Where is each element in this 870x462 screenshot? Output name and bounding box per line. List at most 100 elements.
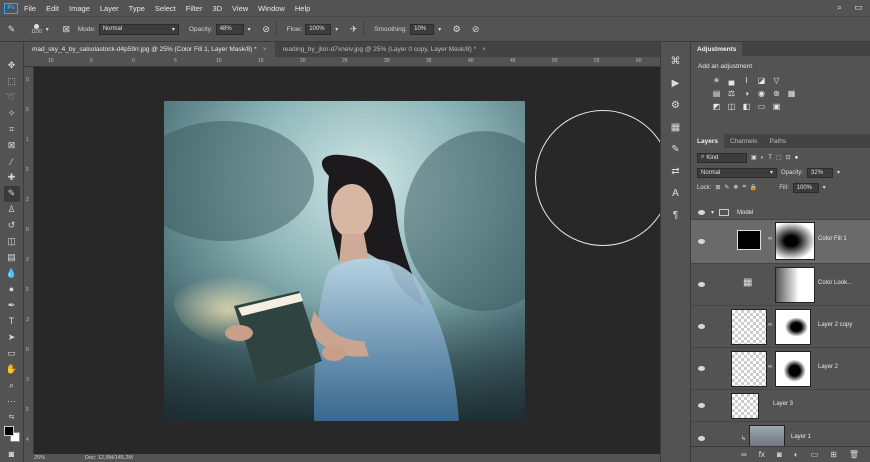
smart-object-filter-icon[interactable]: ⊡: [786, 154, 791, 161]
tab-document-1[interactable]: mad_sky_4_by_salsolastock-d4p59rr.jpg @ …: [24, 42, 275, 57]
eyedropper-tool-icon[interactable]: ⁄: [4, 154, 20, 170]
layer-group-row[interactable]: ▾ Model: [691, 206, 870, 220]
quick-mask-icon[interactable]: ◙: [4, 446, 20, 462]
link-icon[interactable]: ∞: [768, 364, 772, 370]
menu-file[interactable]: File: [24, 4, 36, 13]
gradient-map-icon[interactable]: ▭: [756, 102, 767, 111]
blend-mode-select[interactable]: Normal ▾: [697, 167, 777, 178]
workspace-icon[interactable]: ▭: [853, 2, 864, 13]
link-layers-icon[interactable]: ∞: [741, 450, 747, 459]
quick-selection-tool-icon[interactable]: ✧: [4, 106, 20, 122]
marquee-tool-icon[interactable]: ⬚: [4, 74, 20, 90]
horizontal-ruler[interactable]: 10 5 0 5 10 15 20 25 30 35 40 45 50 55 6…: [24, 57, 660, 67]
link-icon[interactable]: ∞: [768, 236, 772, 242]
levels-icon[interactable]: ▄: [726, 76, 737, 85]
smoothing-field[interactable]: 10%: [410, 23, 435, 35]
airbrush-icon[interactable]: ✈: [348, 24, 359, 35]
tab-adjustments[interactable]: Adjustments: [691, 42, 743, 56]
type-tool-icon[interactable]: T: [4, 313, 20, 329]
chevron-down-icon[interactable]: ▾: [434, 24, 445, 35]
shape-filter-icon[interactable]: ⬚: [776, 154, 782, 161]
adjustment-filter-icon[interactable]: ◐: [761, 155, 765, 161]
visibility-eye-icon[interactable]: [698, 239, 705, 244]
posterize-icon[interactable]: ◫: [726, 102, 737, 111]
menu-3d[interactable]: 3D: [212, 4, 222, 13]
chevron-down-icon[interactable]: ▾: [837, 169, 840, 176]
opacity-field[interactable]: 48%: [215, 23, 244, 35]
layer-mask-thumbnail[interactable]: [775, 351, 811, 387]
more-tools-icon[interactable]: ···: [4, 393, 20, 409]
chevron-down-icon[interactable]: ▾: [331, 24, 342, 35]
lock-artboard-icon[interactable]: ⌗: [742, 184, 745, 191]
pen-tool-icon[interactable]: ✒: [4, 297, 20, 313]
tab-channels[interactable]: Channels: [724, 134, 763, 148]
move-tool-icon[interactable]: ✥: [4, 58, 20, 74]
type-filter-icon[interactable]: T: [768, 155, 772, 161]
visibility-eye-icon[interactable]: [698, 282, 705, 287]
pixel-filter-icon[interactable]: ▣: [751, 154, 757, 161]
rectangle-tool-icon[interactable]: ▭: [4, 345, 20, 361]
properties-icon[interactable]: ⚙: [668, 96, 684, 114]
new-adjustment-icon[interactable]: ◐: [794, 450, 799, 459]
swatches-icon[interactable]: ▦: [668, 118, 684, 136]
layer-row-color-lookup[interactable]: ▦ Color Look...: [691, 264, 870, 306]
visibility-eye-icon[interactable]: [698, 403, 705, 408]
character-icon[interactable]: A: [668, 184, 684, 202]
search-icon[interactable]: ⌕: [834, 2, 845, 13]
zoom-level[interactable]: 25%: [34, 455, 45, 461]
history-brush-tool-icon[interactable]: ↺: [4, 218, 20, 234]
gradient-tool-icon[interactable]: ▤: [4, 249, 20, 265]
layer-mask-thumbnail[interactable]: [775, 222, 815, 260]
black-white-icon[interactable]: ◑: [741, 89, 752, 98]
visibility-eye-icon[interactable]: [698, 324, 705, 329]
layer-style-icon[interactable]: fx: [759, 450, 765, 459]
menu-view[interactable]: View: [232, 4, 248, 13]
menu-window[interactable]: Window: [258, 4, 285, 13]
threshold-icon[interactable]: ◧: [741, 102, 752, 111]
menu-select[interactable]: Select: [155, 4, 176, 13]
layer-row-layer-2-copy[interactable]: ∞ Layer 2 copy: [691, 306, 870, 348]
brightness-contrast-icon[interactable]: ☀: [711, 76, 722, 85]
flow-field[interactable]: 100%: [305, 23, 332, 35]
chevron-down-icon[interactable]: ▾: [42, 24, 53, 35]
menu-type[interactable]: Type: [129, 4, 145, 13]
visibility-eye-icon[interactable]: [698, 210, 705, 215]
menu-layer[interactable]: Layer: [100, 4, 119, 13]
filter-toggle-icon[interactable]: ●: [795, 155, 799, 161]
chevron-down-icon[interactable]: ▾: [823, 184, 826, 191]
vertical-ruler[interactable]: 0 5 1 5 2 0 2 5 3 0 3 5 4: [24, 67, 34, 454]
new-layer-icon[interactable]: ⊞: [830, 450, 837, 459]
new-group-icon[interactable]: ▭: [811, 450, 819, 459]
mode-select[interactable]: Normal ▾: [98, 23, 179, 35]
menu-help[interactable]: Help: [295, 4, 310, 13]
close-icon[interactable]: ×: [482, 46, 486, 53]
actions-icon[interactable]: ▶: [668, 74, 684, 92]
path-selection-tool-icon[interactable]: ➤: [4, 329, 20, 345]
close-icon[interactable]: ×: [263, 46, 267, 53]
document-canvas[interactable]: [164, 101, 525, 421]
lock-pixels-icon[interactable]: ✎: [724, 184, 729, 191]
kind-filter-select[interactable]: ⌕ Kind: [697, 152, 747, 163]
brush-preset-picker[interactable]: 1100: [31, 23, 42, 35]
menu-edit[interactable]: Edit: [46, 4, 59, 13]
color-swatches[interactable]: [3, 425, 21, 442]
vibrance-icon[interactable]: ▽: [771, 76, 782, 85]
trash-icon[interactable]: 🗑: [849, 450, 859, 459]
lasso-tool-icon[interactable]: ➰: [4, 90, 20, 106]
layer-row-color-fill-1[interactable]: ∞ Color Fill 1: [691, 220, 870, 264]
menu-filter[interactable]: Filter: [186, 4, 203, 13]
visibility-eye-icon[interactable]: [698, 436, 705, 441]
layer-row-layer-2[interactable]: ∞ Layer 2: [691, 348, 870, 390]
pressure-opacity-icon[interactable]: ⊘: [261, 24, 272, 35]
pressure-size-icon[interactable]: ⊘: [470, 24, 481, 35]
tab-layers[interactable]: Layers: [691, 134, 724, 148]
hue-saturation-icon[interactable]: ▤: [711, 89, 722, 98]
color-lookup-icon[interactable]: ▦: [786, 89, 797, 98]
invert-icon[interactable]: ◩: [711, 102, 722, 111]
tab-paths[interactable]: Paths: [763, 134, 792, 148]
layer-mask-thumbnail[interactable]: [775, 309, 811, 345]
chevron-down-icon[interactable]: ▾: [711, 209, 714, 216]
layer-mask-thumbnail[interactable]: [775, 267, 815, 303]
menu-image[interactable]: Image: [69, 4, 90, 13]
paragraph-icon[interactable]: ¶: [668, 206, 684, 224]
